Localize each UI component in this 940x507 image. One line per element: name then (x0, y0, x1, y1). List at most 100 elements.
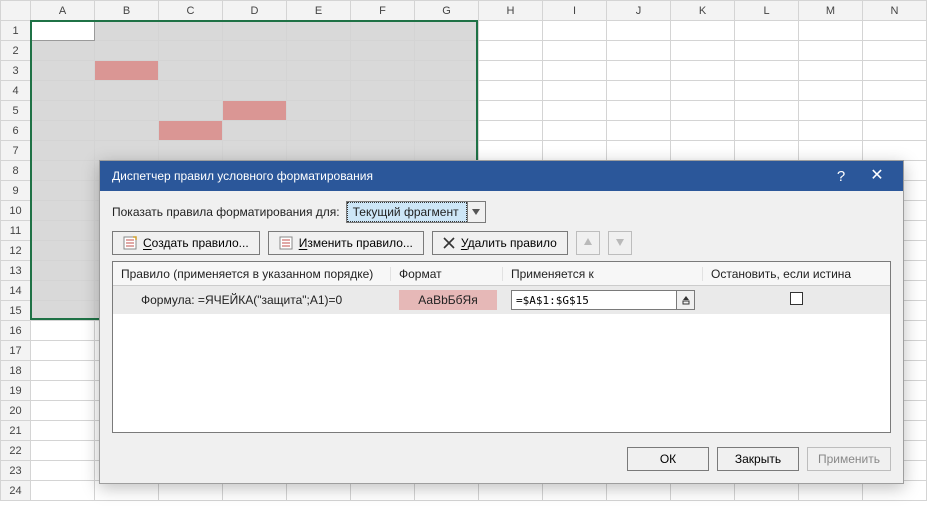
cell[interactable] (607, 121, 671, 141)
cell[interactable] (95, 21, 159, 41)
row-header[interactable]: 11 (1, 221, 31, 241)
cell[interactable] (607, 21, 671, 41)
cell[interactable] (735, 101, 799, 121)
cell[interactable] (159, 141, 223, 161)
cell[interactable] (799, 101, 863, 121)
scope-combo[interactable]: Текущий фрагмент (346, 201, 486, 223)
cell[interactable] (607, 41, 671, 61)
cell[interactable] (799, 41, 863, 61)
row-header[interactable]: 13 (1, 261, 31, 281)
cell[interactable] (735, 141, 799, 161)
row-header[interactable]: 4 (1, 81, 31, 101)
cell[interactable] (607, 141, 671, 161)
cell[interactable] (479, 61, 543, 81)
column-header[interactable]: G (415, 1, 479, 21)
column-header[interactable]: H (479, 1, 543, 21)
cell[interactable] (671, 121, 735, 141)
cell[interactable] (223, 101, 287, 121)
cell[interactable] (863, 61, 927, 81)
cell[interactable] (223, 41, 287, 61)
cell[interactable] (735, 121, 799, 141)
cell[interactable] (159, 121, 223, 141)
cell[interactable] (607, 61, 671, 81)
column-header[interactable]: A (31, 1, 95, 21)
cell[interactable] (799, 81, 863, 101)
cell[interactable] (95, 61, 159, 81)
cell[interactable] (415, 101, 479, 121)
cell[interactable] (287, 141, 351, 161)
column-header[interactable]: E (287, 1, 351, 21)
row-header[interactable]: 21 (1, 421, 31, 441)
cell[interactable] (287, 41, 351, 61)
cell[interactable] (159, 21, 223, 41)
column-header[interactable]: L (735, 1, 799, 21)
cell[interactable] (543, 61, 607, 81)
column-header[interactable]: I (543, 1, 607, 21)
cell[interactable] (671, 141, 735, 161)
cell[interactable] (287, 121, 351, 141)
cell[interactable] (287, 81, 351, 101)
move-rule-down-button[interactable] (608, 231, 632, 255)
row-header[interactable]: 15 (1, 301, 31, 321)
cell[interactable] (31, 161, 95, 181)
cell[interactable] (351, 61, 415, 81)
cell[interactable] (799, 61, 863, 81)
ok-button[interactable]: ОК (627, 447, 709, 471)
column-header[interactable]: N (863, 1, 927, 21)
row-header[interactable]: 17 (1, 341, 31, 361)
cell[interactable] (735, 21, 799, 41)
help-button[interactable]: ? (823, 161, 859, 191)
cell[interactable] (799, 141, 863, 161)
cell[interactable] (415, 141, 479, 161)
row-header[interactable]: 1 (1, 21, 31, 41)
row-header[interactable]: 2 (1, 41, 31, 61)
dialog-titlebar[interactable]: Диспетчер правил условного форматировани… (100, 161, 903, 191)
cell[interactable] (543, 141, 607, 161)
cell[interactable] (95, 141, 159, 161)
applies-to-field[interactable] (511, 290, 695, 310)
column-header[interactable]: C (159, 1, 223, 21)
cell[interactable] (31, 101, 95, 121)
cell[interactable] (31, 281, 95, 301)
row-header[interactable]: 24 (1, 481, 31, 501)
cell[interactable] (287, 61, 351, 81)
cell[interactable] (223, 141, 287, 161)
cell[interactable] (159, 41, 223, 61)
cell[interactable] (31, 421, 95, 441)
row-header[interactable]: 20 (1, 401, 31, 421)
close-dialog-button[interactable]: Закрыть (717, 447, 799, 471)
cell[interactable] (863, 81, 927, 101)
cell[interactable] (607, 81, 671, 101)
cell[interactable] (799, 21, 863, 41)
cell[interactable] (31, 321, 95, 341)
row-header[interactable]: 18 (1, 361, 31, 381)
cell[interactable] (31, 401, 95, 421)
cell[interactable] (735, 41, 799, 61)
cell[interactable] (671, 21, 735, 41)
cell[interactable] (159, 101, 223, 121)
edit-rule-button[interactable]: Изменить правило... (268, 231, 424, 255)
cell[interactable] (31, 461, 95, 481)
column-header[interactable]: B (95, 1, 159, 21)
cell[interactable] (479, 141, 543, 161)
cell[interactable] (351, 21, 415, 41)
cell[interactable] (863, 21, 927, 41)
applies-to-input[interactable] (512, 291, 676, 309)
row-header[interactable]: 16 (1, 321, 31, 341)
column-header[interactable]: D (223, 1, 287, 21)
apply-button[interactable]: Применить (807, 447, 891, 471)
cell[interactable] (863, 101, 927, 121)
row-header[interactable]: 23 (1, 461, 31, 481)
close-button[interactable]: ✕ (859, 161, 895, 191)
cell[interactable] (415, 121, 479, 141)
row-header[interactable]: 12 (1, 241, 31, 261)
cell[interactable] (863, 41, 927, 61)
cell[interactable] (415, 41, 479, 61)
cell[interactable] (31, 301, 95, 321)
cell[interactable] (95, 101, 159, 121)
row-header[interactable]: 6 (1, 121, 31, 141)
cell[interactable] (735, 61, 799, 81)
cell[interactable] (31, 481, 95, 501)
row-header[interactable]: 8 (1, 161, 31, 181)
row-header[interactable]: 22 (1, 441, 31, 461)
